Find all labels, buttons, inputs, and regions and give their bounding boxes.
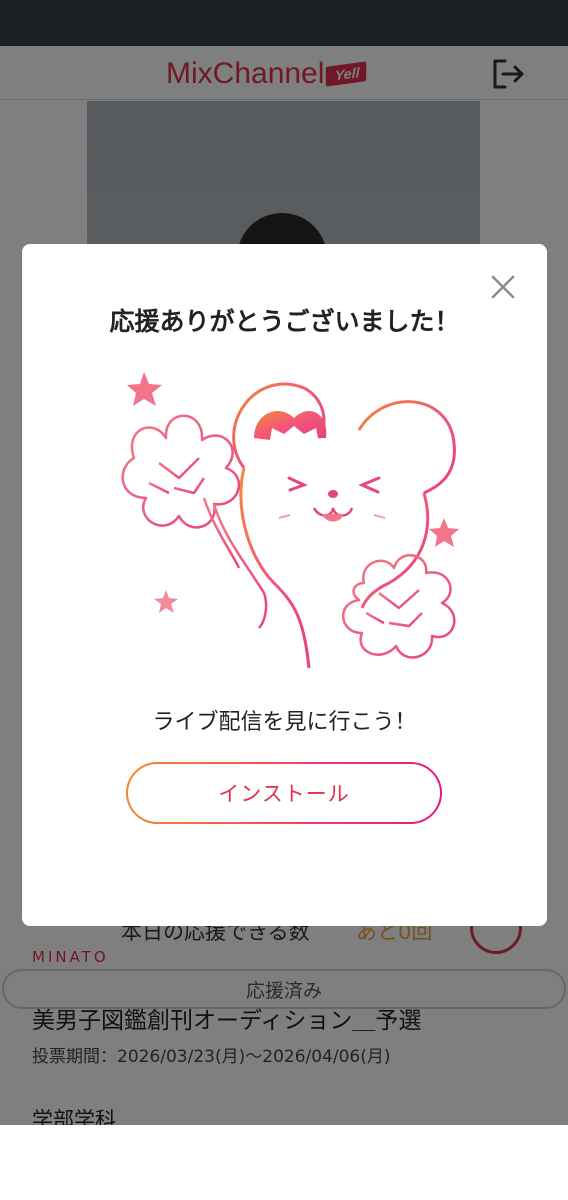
modal-title: 応援ありがとうございました！ [109, 307, 460, 336]
status-bar [0, 0, 568, 46]
modal-message: ライブ配信を見に行こう！ [152, 710, 417, 735]
close-icon[interactable] [488, 272, 518, 302]
bottom-blank-area [0, 1125, 568, 1200]
thank-you-modal: 応援ありがとうございました！ ライブ配信を見に行こう！ インストール [22, 244, 547, 926]
install-button[interactable]: インストール [126, 762, 442, 824]
install-button-label: インストール [128, 764, 440, 822]
app-screen: MixChannel Yell 本日の応援できる数 あと0回 MINATO 応援… [0, 46, 568, 1125]
cheering-mascot-illustration [121, 372, 459, 669]
